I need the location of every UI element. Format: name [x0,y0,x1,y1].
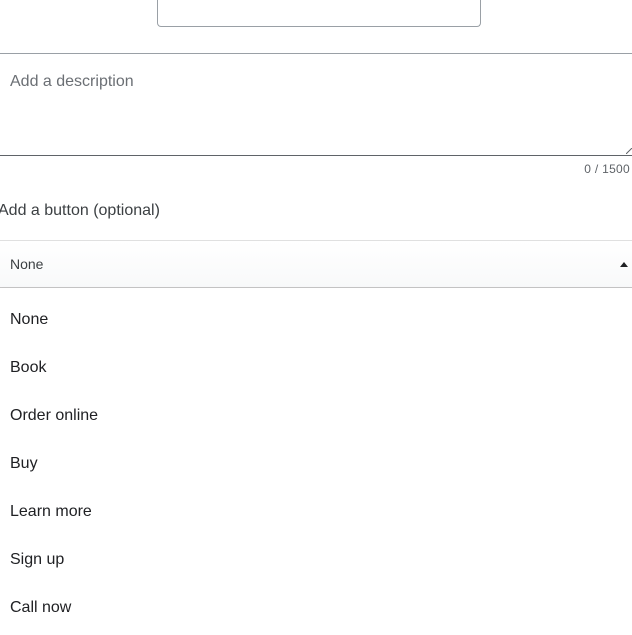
menu-item-buy[interactable]: Buy [0,440,632,488]
menu-item-none[interactable]: None [0,296,632,344]
photo-upload-box[interactable] [157,0,481,27]
caret-up-icon [620,262,628,267]
button-section-label: Add a button (optional) [0,202,160,219]
menu-item-sign-up[interactable]: Sign up [0,536,632,584]
menu-item-learn-more[interactable]: Learn more [0,488,632,536]
menu-item-order-online[interactable]: Order online [0,392,632,440]
description-field-container [0,53,632,156]
menu-item-call-now[interactable]: Call now [0,584,632,632]
button-type-menu: None Book Order online Buy Learn more Si… [0,288,632,635]
button-type-select[interactable]: None [0,240,632,288]
character-counter: 0 / 1500 [584,162,630,176]
selected-button-type: None [10,256,44,272]
menu-item-book[interactable]: Book [0,344,632,392]
add-update-form: 0 / 1500 Add a button (optional) None No… [0,0,632,635]
resize-handle-icon[interactable] [626,148,632,154]
description-input[interactable] [0,54,632,155]
